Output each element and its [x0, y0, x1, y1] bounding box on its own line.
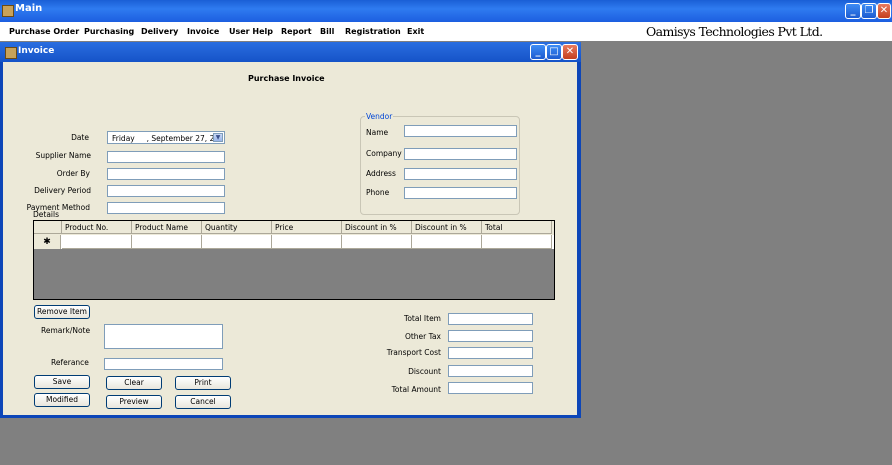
menu-user-help[interactable]: User Help	[229, 27, 273, 36]
menu-invoice[interactable]: Invoice	[187, 27, 219, 36]
order-by-label: Order By	[56, 169, 90, 178]
form-heading: Purchase Invoice	[248, 74, 325, 83]
remark-label: Remark/Note	[41, 326, 91, 335]
vendor-name-field[interactable]	[404, 125, 517, 137]
vendor-company-field[interactable]	[404, 148, 517, 160]
cell-product-name[interactable]	[132, 235, 202, 249]
col-product-no[interactable]: Product No.	[62, 221, 132, 234]
cell-total[interactable]	[482, 235, 552, 249]
save-button[interactable]: Save	[34, 375, 90, 389]
date-value: Friday , September 27, 20	[112, 134, 220, 143]
transport-cost-field[interactable]	[448, 347, 533, 359]
cell-price[interactable]	[272, 235, 342, 249]
date-label: Date	[71, 133, 89, 142]
menu-purchasing[interactable]: Purchasing	[84, 27, 134, 36]
other-tax-field[interactable]	[448, 330, 533, 342]
col-quantity[interactable]: Quantity	[202, 221, 272, 234]
menu-delivery[interactable]: Delivery	[141, 27, 178, 36]
col-price[interactable]: Price	[272, 221, 342, 234]
invoice-form: Purchase Invoice Date Friday , September…	[3, 62, 577, 415]
vendor-phone-field[interactable]	[404, 187, 517, 199]
modified-button[interactable]: Modified	[34, 393, 90, 407]
menu-bill[interactable]: Bill	[320, 27, 334, 36]
clear-button[interactable]: Clear	[106, 376, 162, 390]
cell-product-no[interactable]	[62, 235, 132, 249]
print-button[interactable]: Print	[175, 376, 231, 390]
remark-textarea[interactable]	[104, 324, 223, 349]
chevron-down-icon[interactable]: ▼	[213, 133, 223, 142]
menu-report[interactable]: Report	[281, 27, 312, 36]
order-by-field[interactable]	[107, 168, 225, 180]
cell-discount-1[interactable]	[342, 235, 412, 249]
new-row-marker: ✱	[34, 235, 61, 249]
main-title-bar: Main _ ❐ ✕	[0, 0, 892, 22]
vendor-phone-label: Phone	[366, 188, 390, 197]
reference-field[interactable]	[104, 358, 223, 370]
form-icon	[5, 47, 17, 59]
date-picker[interactable]: Friday , September 27, 20 ▼	[107, 131, 225, 144]
main-window-title: Main	[15, 3, 43, 14]
remove-item-button[interactable]: Remove Item	[34, 305, 90, 319]
preview-button[interactable]: Preview	[106, 395, 162, 409]
vendor-company-label: Company	[366, 149, 402, 158]
supplier-name-label: Supplier Name	[35, 151, 91, 160]
discount-label: Discount	[408, 367, 441, 376]
col-discount-1[interactable]: Discount in %	[342, 221, 412, 234]
app-icon	[2, 5, 14, 17]
maximize-icon[interactable]: □	[546, 44, 562, 60]
invoice-title-bar: Invoice _ □ ✕	[0, 42, 581, 62]
table-row[interactable]: ✱	[34, 235, 554, 249]
menu-purchase-order[interactable]: Purchase Order	[9, 27, 79, 36]
cancel-button[interactable]: Cancel	[175, 395, 231, 409]
delivery-period-field[interactable]	[107, 185, 225, 197]
supplier-name-field[interactable]	[107, 151, 225, 163]
menu-bar: Purchase Order Purchasing Delivery Invoi…	[0, 22, 892, 41]
total-amount-field[interactable]	[448, 382, 533, 394]
invoice-window-title: Invoice	[18, 46, 55, 56]
details-label: Details	[33, 210, 60, 219]
transport-cost-label: Transport Cost	[386, 348, 441, 357]
discount-field[interactable]	[448, 365, 533, 377]
close-icon[interactable]: ✕	[877, 3, 891, 19]
menu-exit[interactable]: Exit	[407, 27, 424, 36]
total-item-field[interactable]	[448, 313, 533, 325]
cell-discount-2[interactable]	[412, 235, 482, 249]
col-discount-2[interactable]: Discount in %	[412, 221, 482, 234]
payment-method-field[interactable]	[107, 202, 225, 214]
vendor-name-label: Name	[366, 128, 389, 137]
col-product-name[interactable]: Product Name	[132, 221, 202, 234]
reference-label: Referance	[51, 358, 89, 367]
vendor-address-field[interactable]	[404, 168, 517, 180]
company-name: Oamisys Technologies Pvt Ltd.	[646, 24, 823, 39]
details-grid[interactable]: Product No. Product Name Quantity Price …	[33, 220, 555, 300]
grid-corner	[34, 221, 62, 234]
minimize-icon[interactable]: _	[530, 44, 546, 60]
total-amount-label: Total Amount	[391, 385, 441, 394]
cell-quantity[interactable]	[202, 235, 272, 249]
delivery-period-label: Delivery Period	[34, 186, 91, 195]
minimize-icon[interactable]: _	[845, 3, 861, 19]
other-tax-label: Other Tax	[404, 332, 441, 341]
close-icon[interactable]: ✕	[562, 44, 578, 60]
menu-registration[interactable]: Registration	[345, 27, 401, 36]
col-total[interactable]: Total	[482, 221, 552, 234]
vendor-address-label: Address	[366, 169, 396, 178]
vendor-legend: Vendor	[365, 112, 394, 121]
total-item-label: Total Item	[404, 314, 441, 323]
grid-header: Product No. Product Name Quantity Price …	[34, 221, 554, 235]
restore-icon[interactable]: ❐	[861, 3, 877, 19]
invoice-window: Invoice _ □ ✕ Purchase Invoice Date Frid…	[0, 42, 581, 418]
